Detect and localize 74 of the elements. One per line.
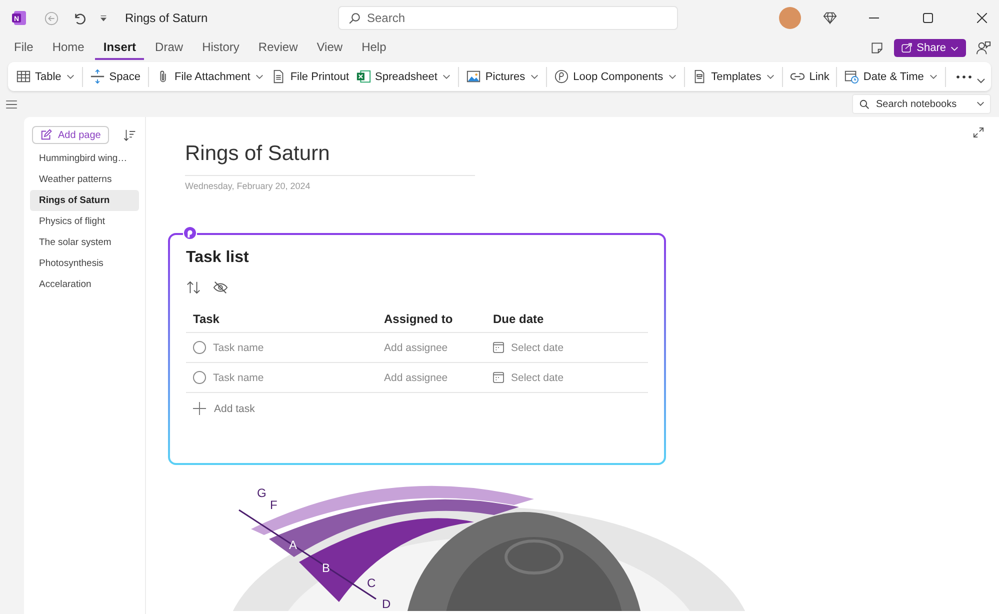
close-icon [977, 13, 987, 23]
menu-tab[interactable]: Insert [95, 36, 144, 60]
page-title[interactable]: Rings of Saturn [185, 142, 475, 176]
ribbon-expand-icon[interactable] [976, 78, 986, 84]
search-icon [348, 12, 361, 24]
menu-tab[interactable]: File [6, 36, 42, 60]
menu-tab[interactable]: View [308, 36, 351, 60]
expand-icon[interactable] [973, 127, 984, 138]
column-header: Due date [486, 312, 648, 333]
search-field[interactable]: Search [338, 6, 678, 30]
loop-icon [554, 69, 570, 84]
page-list-item[interactable]: Accelaration [30, 274, 139, 295]
eye-off-icon[interactable] [213, 280, 228, 295]
page-list-item[interactable]: The solar system [30, 232, 139, 253]
ribbon-button[interactable]: Space [87, 66, 144, 87]
menu-icon[interactable] [6, 100, 17, 108]
sort-icon[interactable] [123, 128, 136, 142]
menu-tab[interactable]: Draw [147, 36, 192, 60]
more-options-icon[interactable] [956, 74, 972, 78]
window-title: Rings of Saturn [125, 11, 209, 25]
due-date-field[interactable]: Select date [511, 342, 564, 354]
task-name-field[interactable]: Task name [213, 342, 264, 354]
page-list-item[interactable]: Hummingbird wing… [30, 148, 139, 169]
add-page-button[interactable]: Add page [32, 126, 109, 144]
loop-logo-icon [183, 226, 197, 240]
menu-tab[interactable]: Review [250, 36, 306, 60]
menu-tab[interactable]: Home [44, 36, 92, 60]
table-icon [16, 69, 31, 84]
share-button[interactable]: Share [894, 39, 966, 57]
column-header: Task [186, 312, 377, 333]
plus-icon [193, 402, 206, 415]
ribbon-button[interactable]: Link [787, 66, 832, 87]
assignee-field[interactable]: Add assignee [384, 372, 448, 384]
ribbon-button[interactable]: Templates [689, 66, 778, 87]
person-feedback-icon[interactable] [976, 40, 991, 56]
calendar-icon [493, 342, 504, 353]
calendar-icon [493, 372, 504, 383]
maximize-icon [923, 13, 933, 23]
diamond-icon[interactable] [823, 11, 837, 25]
ribbon-button[interactable]: Table [13, 66, 78, 87]
spreadsheet-icon [356, 69, 372, 84]
picture-icon [466, 69, 482, 84]
page-list-item[interactable]: Rings of Saturn [30, 190, 139, 211]
search-icon [859, 98, 870, 110]
task-list-title[interactable]: Task list [186, 249, 648, 267]
page-date: Wednesday, February 20, 2024 [185, 181, 312, 191]
due-date-field[interactable]: Select date [511, 372, 564, 384]
page-list-item[interactable]: Weather patterns [30, 169, 139, 190]
ribbon-button[interactable]: Spreadsheet [353, 66, 454, 87]
page-list-item[interactable]: Photosynthesis [30, 253, 139, 274]
add-task-button[interactable]: Add task [193, 402, 255, 415]
page-list-item[interactable]: Physics of flight [30, 211, 139, 232]
edit-icon [40, 129, 52, 141]
column-header: Assigned to [377, 312, 486, 333]
sort-icon[interactable] [186, 280, 201, 295]
assignee-field[interactable]: Add assignee [384, 342, 448, 354]
ribbon-button[interactable]: Loop Components [551, 66, 680, 87]
share-icon [900, 42, 913, 54]
space-icon [90, 69, 106, 84]
notebook-search-field[interactable]: Search notebooks [852, 94, 991, 114]
ribbon-button[interactable]: Date & Time [841, 66, 941, 87]
task-checkbox[interactable] [193, 341, 206, 354]
calendar-clock-icon [844, 69, 860, 84]
task-checkbox[interactable] [193, 371, 206, 384]
sticky-note-icon[interactable] [870, 41, 884, 55]
ribbon-button[interactable]: Pictures [463, 66, 542, 87]
caret-icon [976, 101, 985, 107]
menu-tab[interactable]: Help [354, 36, 394, 60]
caret-icon [98, 14, 108, 22]
ribbon-button[interactable]: File Attachment [152, 66, 268, 87]
task-name-field[interactable]: Task name [213, 372, 264, 384]
menu-tab[interactable]: History [194, 36, 248, 60]
minimize-icon [869, 17, 879, 19]
ribbon-button[interactable]: File Printout [268, 66, 352, 87]
